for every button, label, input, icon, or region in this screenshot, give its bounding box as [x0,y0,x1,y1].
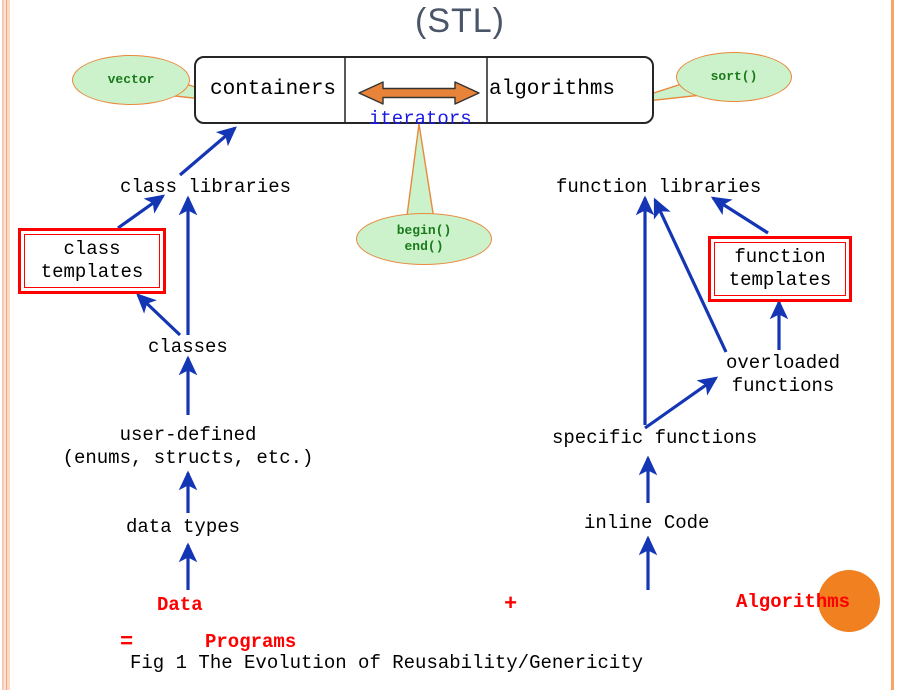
class-templates-line1: class [63,238,121,260]
overloaded-line1: overloaded [725,352,841,374]
arrow-function-templates-to-function-libraries [710,196,769,235]
page-title: (STL) [415,2,505,40]
node-class-libraries: class libraries [120,176,292,198]
function-templates-line1: function [734,246,826,268]
node-overloaded-functions: overloaded functions [722,352,844,398]
node-inline-code: inline Code [584,512,710,534]
equation-algorithms: Algorithms [736,591,851,613]
slide-canvas: (STL) containers algorithms iterators ve… [0,0,920,690]
node-user-defined: user-defined (enums, structs, etc.) [62,424,314,470]
node-specific-functions: specific functions [552,427,758,449]
double-headed-arrow-icon [358,81,480,105]
callout-sort: sort() [676,52,792,102]
stl-cell-algorithms: algorithms [489,78,616,101]
figure-caption: Fig 1 The Evolution of Reusability/Gener… [130,652,644,674]
stl-divider-right [486,58,488,122]
node-classes: classes [148,336,228,358]
right-edge-accent-line [891,0,894,690]
left-edge-stripe-decoration [0,0,14,690]
arrow-class-templates-to-class-libraries [117,194,166,230]
node-function-libraries: function libraries [556,176,762,198]
stl-cell-containers: containers [210,78,337,101]
arrow-classes-to-class-templates [136,293,182,337]
class-templates-inner: class templates [24,234,160,289]
class-templates-line2: templates [40,261,144,284]
user-defined-line2: (enums, structs, etc.) [62,447,314,470]
callout-begin-label: begin() [396,222,452,238]
arrow-class-libraries-to-containers [178,126,237,177]
arrow-specific-functions-to-overloaded [644,376,719,430]
callout-begin-end: begin() end() [356,213,492,265]
callout-vector: vector [72,55,190,105]
function-templates-inner: function templates [714,242,846,297]
node-class-templates: class templates [18,228,166,295]
node-data-types: data types [126,516,241,538]
callout-end-label: end() [404,239,444,254]
node-function-templates: function templates [708,236,852,303]
equation-plus: + [504,592,518,617]
stl-divider-left [344,58,346,122]
function-templates-line2: templates [728,269,832,292]
overloaded-line2: functions [731,375,835,398]
right-edge-stripe-decoration [870,0,920,690]
stl-cell-iterators: iterators [369,108,472,130]
user-defined-line1: user-defined [119,424,257,446]
equation-programs: Programs [205,631,297,653]
equation-data: Data [157,594,203,616]
